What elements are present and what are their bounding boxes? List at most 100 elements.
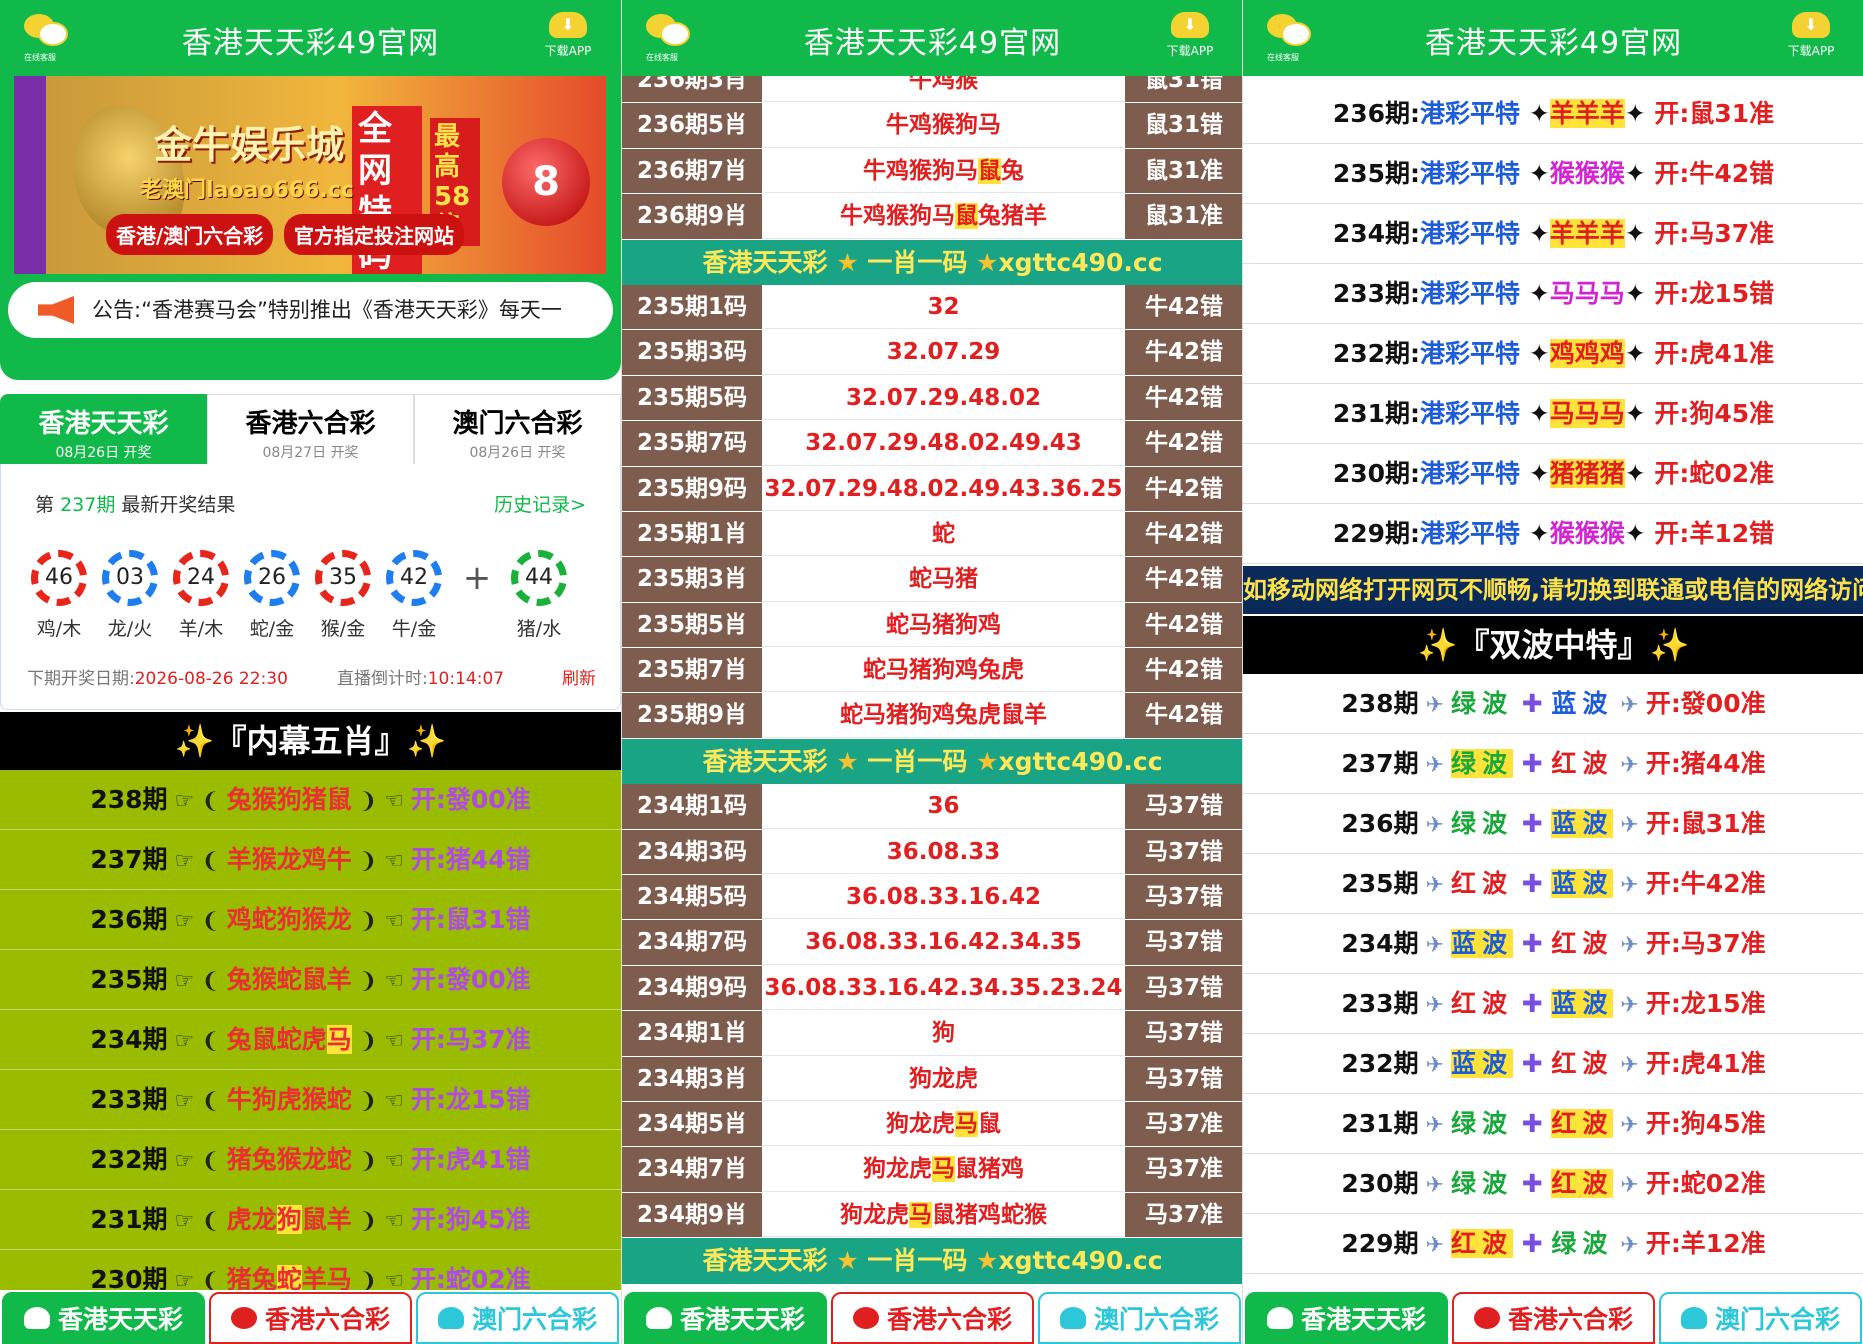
shuangbo-row: 230期 ✈ 绿波 ✚ 红波 ✈ 开:蛇02准: [1243, 1154, 1863, 1214]
prediction-value: 牛鸡猴狗马: [863, 157, 978, 184]
nav-label: 澳门六合彩: [1093, 1305, 1219, 1334]
ball-number: 42: [386, 550, 442, 606]
hand-icon: ☞ ❨: [167, 1149, 227, 1174]
period: 236期: [90, 905, 168, 934]
download-app-button[interactable]: 下载APP: [1159, 12, 1221, 59]
zodiac-pick: 猴猴猴: [1549, 519, 1625, 548]
cloud-download-icon: [1792, 12, 1830, 38]
period: 237期: [1341, 749, 1419, 778]
sparkle-icon: ✦: [1624, 519, 1655, 548]
hand-icon: ❩ ☜: [351, 1089, 411, 1114]
wave-pick: 蓝波: [1551, 869, 1614, 898]
prediction-table: 236期3肖 牛鸡猴 鼠31错 236期5肖 牛鸡猴狗马 鼠31错 236期7肖 牛鸡猴狗马鼠…: [622, 58, 1242, 1284]
sparkle-icon: ✦: [1624, 279, 1655, 308]
tab-hk-daily[interactable]: 香港天天彩 08月26日 开奖: [0, 394, 207, 464]
period-cell: 234期3肖: [622, 1056, 763, 1101]
draw-result: 开:蛇02准: [1654, 459, 1775, 488]
result-cell: 牛42错: [1124, 602, 1242, 648]
period: 231期:: [1332, 399, 1421, 428]
section-name: 香港天天彩: [702, 1246, 828, 1276]
period-cell: 234期5肖: [622, 1101, 763, 1147]
prediction-cell: 狗龙虎马鼠猪鸡: [763, 1147, 1124, 1192]
hand-icon: ❩ ☜: [351, 1209, 411, 1234]
banner-tag-2: 官方指定投注网站: [284, 214, 464, 255]
site-title: 香港天天彩49官网: [803, 26, 1062, 61]
refresh-button[interactable]: 刷新: [562, 664, 596, 689]
plane-icon: ✈: [1418, 1113, 1451, 1138]
plus-icon: ✚: [1513, 749, 1552, 778]
nav-hk-marksix[interactable]: 香港六合彩: [209, 1292, 412, 1344]
zodiac-pick: 兔猴狗猪鼠: [226, 785, 352, 814]
plus-icon: ✚: [1513, 989, 1552, 1018]
wave-pick: 红波: [1551, 1169, 1614, 1198]
download-app-button[interactable]: 下载APP: [1780, 12, 1842, 59]
prediction-value: 36.08.33.16.42.34.35.23.24: [764, 974, 1123, 1001]
star-icon: ★: [827, 247, 868, 277]
period: 232期: [1341, 1049, 1419, 1078]
table-row: 235期5码 32.07.29.48.02 牛42错: [622, 375, 1242, 422]
download-app-button[interactable]: 下载APP: [537, 12, 599, 59]
ad-banner[interactable]: 金牛娱乐城 全网特码 最高58倍 老澳门laoao666.cc 香港/澳门六合彩…: [14, 76, 606, 274]
history-link[interactable]: 历史记录>: [494, 490, 586, 517]
result-cell: 鼠31准: [1124, 148, 1242, 194]
wuxiao-row: 237期 ☞ ❨ 羊猴龙鸡牛 ❩ ☜ 开:猪44错: [0, 830, 621, 890]
tab-label: 澳门六合彩: [452, 409, 583, 439]
notice-bar[interactable]: 公告:“香港赛马会”特别推出《香港天天彩》每天一: [8, 282, 613, 338]
period-cell: 236期9肖: [622, 194, 763, 239]
prediction-cell: 36.08.33.16.42: [763, 875, 1124, 920]
result-cell: 牛42错: [1124, 284, 1242, 330]
pingte-list: 236期:港彩平特 ✦羊羊羊✦ 开:鼠31准 235期:港彩平特 ✦猴猴猴✦ 开:…: [1243, 84, 1863, 564]
nav-label: 香港天天彩: [679, 1305, 805, 1334]
plane-icon: ✈: [1418, 1173, 1451, 1198]
hand-icon: ☞ ❨: [167, 1209, 227, 1234]
hand-icon: ☞ ❨: [167, 849, 227, 874]
prediction-value: 蛇马猪狗鸡: [886, 611, 1001, 638]
result-cell: 鼠31准: [1124, 194, 1242, 239]
period: 231期: [90, 1205, 168, 1234]
plane-icon: ✈: [1418, 1053, 1451, 1078]
period: 236期:: [1332, 99, 1421, 128]
banner-url: 老澳门laoao666.cc: [140, 178, 354, 203]
nav-hk-daily[interactable]: 香港天天彩: [624, 1292, 827, 1344]
nav-hk-daily[interactable]: 香港天天彩: [2, 1292, 205, 1344]
app-header: 在线客服 香港天天彩49官网 下载APP: [0, 0, 621, 76]
nav-macau-marksix[interactable]: 澳门六合彩: [1659, 1292, 1862, 1344]
draw-result: 开:蛇02准: [1645, 1169, 1766, 1198]
sparkle-icon: ✦: [1520, 99, 1550, 128]
site-title: 香港天天彩49官网: [1424, 26, 1683, 61]
hand-icon: ❩ ☜: [351, 909, 411, 934]
prediction-value: 36.08.33.16.42: [846, 884, 1041, 911]
tab-hk-marksix[interactable]: 香港六合彩 08月27日 开奖: [207, 394, 414, 464]
category-label: 港彩平特: [1420, 279, 1521, 308]
shuangbo-row: 229期 ✈ 红波 ✚ 绿波 ✈ 开:羊12准: [1243, 1214, 1863, 1274]
result-period: 237期: [60, 494, 116, 516]
period-cell: 235期3肖: [622, 557, 763, 602]
nav-hk-marksix[interactable]: 香港六合彩: [1452, 1292, 1655, 1344]
prediction-value: 牛鸡猴狗马: [886, 112, 1001, 139]
draw-result: 开:马37准: [1645, 929, 1766, 958]
prediction-value: 蛇: [932, 520, 955, 547]
draw-result: 开:龙15准: [1645, 989, 1766, 1018]
nav-macau-marksix[interactable]: 澳门六合彩: [1038, 1292, 1241, 1344]
bauhinia-icon: [1473, 1307, 1500, 1329]
plus-icon: ✚: [1513, 869, 1552, 898]
nav-label: 香港六合彩: [886, 1305, 1012, 1334]
nav-hk-daily[interactable]: 香港天天彩: [1245, 1292, 1448, 1344]
draw-result: 开:猪44准: [1645, 749, 1766, 778]
draw-result: 开:虎41准: [1654, 339, 1775, 368]
wave-pick: 红波: [1551, 929, 1614, 958]
nav-macau-marksix[interactable]: 澳门六合彩: [416, 1292, 619, 1344]
period-cell: 236期7肖: [622, 148, 763, 194]
sparkle-icon: ✦: [1624, 339, 1655, 368]
wuxiao-row: 233期 ☞ ❨ 牛狗虎猴蛇 ❩ ☜ 开:龙15错: [0, 1070, 621, 1130]
download-label: 下载APP: [544, 44, 592, 58]
zodiac-pick: 鼠羊: [301, 1205, 352, 1234]
zodiac-pick: 虎龙: [226, 1205, 277, 1234]
tab-macau-marksix[interactable]: 澳门六合彩 08月26日 开奖: [414, 394, 621, 464]
period-cell: 234期3码: [622, 829, 763, 875]
nav-hk-marksix[interactable]: 香港六合彩: [831, 1292, 1034, 1344]
prediction-value: 32.07.29.48.02: [846, 384, 1041, 411]
hand-icon: ☞ ❨: [167, 969, 227, 994]
wave-pick: 绿波: [1451, 1109, 1514, 1138]
ball-zodiac: 龙/火: [107, 618, 153, 640]
